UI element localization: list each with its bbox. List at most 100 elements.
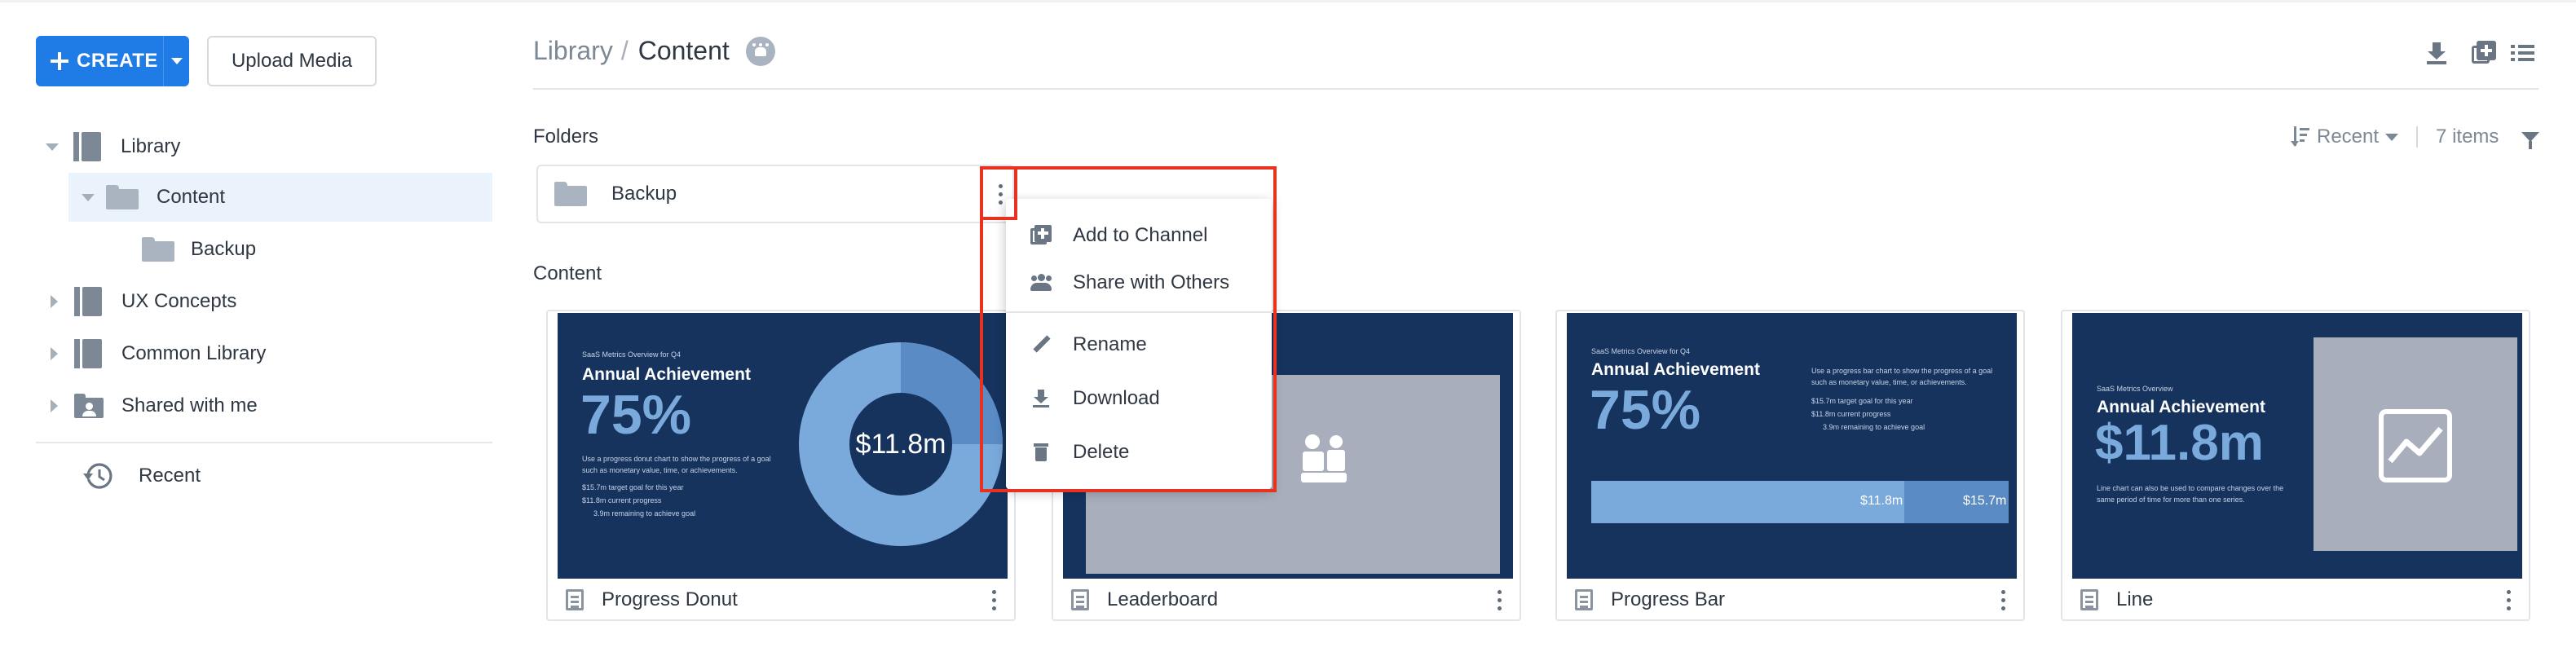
create-dropdown-toggle[interactable] <box>163 36 189 86</box>
card-thumbnail: SaaS Metrics Overview for Q4 Annual Achi… <box>1567 313 2017 579</box>
donut-center-value: $11.8m <box>849 393 952 496</box>
tree-item-label: Library <box>121 135 181 157</box>
card-title[interactable]: Progress Donut <box>602 588 738 611</box>
sort-dropdown[interactable]: Recent <box>2317 126 2379 148</box>
expand-toggle-icon[interactable] <box>46 143 59 151</box>
folders-heading: Folders <box>533 126 599 148</box>
more-options-icon[interactable] <box>991 588 998 613</box>
add-to-channel-icon[interactable] <box>2472 41 2496 65</box>
sidebar-divider <box>36 442 492 443</box>
line-chart-icon <box>2379 409 2452 482</box>
plus-icon <box>51 52 68 70</box>
progress-current-label: $11.8m <box>1860 494 1903 508</box>
thumb-stats: $15.7m target goal for this year $11.8m … <box>1811 394 1925 434</box>
tree-item-content[interactable]: Content <box>68 173 492 222</box>
card-footer: Leaderboard <box>1053 579 1520 621</box>
document-icon <box>566 589 584 610</box>
folder-icon <box>106 185 139 209</box>
expand-toggle-icon[interactable] <box>51 347 58 360</box>
card-title[interactable]: Progress Bar <box>1611 588 1725 611</box>
breadcrumb-separator: / <box>620 36 629 65</box>
shared-folder-icon <box>74 394 104 418</box>
thumb-stat: 3.9m remaining to achieve goal <box>593 509 696 518</box>
card-footer: Line <box>2062 579 2529 621</box>
progress-target-label: $15.7m <box>1963 494 2007 508</box>
caret-down-icon[interactable] <box>2385 133 2399 141</box>
expand-toggle-icon[interactable] <box>51 295 58 308</box>
expand-toggle-icon[interactable] <box>82 193 95 201</box>
filter-icon[interactable] <box>2521 132 2540 149</box>
library-icon <box>73 132 101 161</box>
sort-control: Recent 7 items <box>2291 126 2540 149</box>
folder-icon <box>554 182 587 206</box>
tree-item-ux-concepts[interactable]: UX Concepts <box>36 277 492 326</box>
tree-item-backup[interactable]: Backup <box>140 225 492 274</box>
breadcrumb-library-link[interactable]: Library <box>533 36 613 66</box>
thumb-title: Annual Achievement <box>1591 360 1760 379</box>
folder-card-backup[interactable]: Backup <box>536 165 1014 223</box>
item-count: 7 items <box>2436 126 2499 148</box>
card-thumbnail: SaaS Metrics Overview Annual Achievement… <box>2072 313 2522 579</box>
document-icon <box>2080 589 2098 610</box>
leaderboard-icon <box>1301 434 1347 482</box>
recent-link[interactable]: Recent <box>78 452 492 500</box>
download-icon[interactable] <box>2424 41 2449 65</box>
tree-item-label: Shared with me <box>121 394 258 416</box>
thumb-stat: 3.9m remaining to achieve goal <box>1823 423 1925 431</box>
tree-item-label: Common Library <box>121 342 267 364</box>
document-icon <box>1575 589 1593 610</box>
thumb-eyebrow: SaaS Metrics Overview for Q4 <box>582 350 681 359</box>
card-title[interactable]: Line <box>2116 588 2153 611</box>
content-card-line[interactable]: SaaS Metrics Overview Annual Achievement… <box>2061 310 2530 621</box>
folder-name: Backup <box>611 183 677 205</box>
expand-toggle-icon[interactable] <box>51 399 58 412</box>
recent-label: Recent <box>139 465 201 487</box>
thumb-stat: $11.8m current progress <box>1811 410 1891 418</box>
card-footer: Progress Donut <box>548 579 1014 621</box>
tree-item-common-library[interactable]: Common Library <box>36 329 492 378</box>
sort-icon <box>2291 126 2310 148</box>
thumb-title: Annual Achievement <box>582 365 751 384</box>
folder-icon <box>142 237 174 262</box>
header-divider <box>533 88 2539 90</box>
thumb-stats: $15.7m target goal for this year $11.8m … <box>582 481 695 520</box>
library-icon <box>74 339 102 368</box>
top-border <box>0 0 2576 2</box>
history-icon <box>83 463 112 489</box>
upload-media-button[interactable]: Upload Media <box>207 36 377 86</box>
thumb-stat: $11.8m current progress <box>582 496 662 504</box>
card-thumbnail: SaaS Metrics Overview for Q4 Annual Achi… <box>558 313 1008 579</box>
thumb-description: Use a progress donut chart to show the p… <box>582 455 771 474</box>
content-heading: Content <box>533 262 602 284</box>
tree-item-library[interactable]: Library <box>36 122 492 171</box>
toolbar-separator <box>2416 126 2419 148</box>
more-options-icon[interactable] <box>2000 588 2007 613</box>
thumb-eyebrow: SaaS Metrics Overview <box>2097 385 2173 393</box>
progress-bar-fill <box>1591 481 1904 523</box>
document-icon <box>1071 589 1089 610</box>
thumb-percentage: 75% <box>1590 379 1701 441</box>
highlight-box-kebab <box>980 166 1017 220</box>
share-badge-icon[interactable] <box>745 36 775 66</box>
tree-item-label: Content <box>157 186 226 208</box>
thumb-description: Line chart can also be used to compare c… <box>2097 484 2284 504</box>
thumb-percentage: 75% <box>580 384 692 446</box>
list-view-icon[interactable] <box>2511 41 2535 65</box>
library-icon <box>74 287 102 316</box>
thumb-value: $11.8m <box>2095 415 2264 471</box>
caret-down-icon <box>170 58 183 64</box>
tree-item-label: UX Concepts <box>121 290 237 312</box>
progress-bar: $11.8m $15.7m <box>1591 481 2009 523</box>
create-button[interactable]: CREATE <box>36 36 189 86</box>
card-title[interactable]: Leaderboard <box>1107 588 1218 611</box>
content-card-progress-bar[interactable]: SaaS Metrics Overview for Q4 Annual Achi… <box>1555 310 2025 621</box>
tree-item-shared-with-me[interactable]: Shared with me <box>36 381 492 430</box>
content-card-progress-donut[interactable]: SaaS Metrics Overview for Q4 Annual Achi… <box>546 310 1016 621</box>
page-title: Content <box>637 36 730 65</box>
thumb-stat: $15.7m target goal for this year <box>582 483 684 491</box>
thumb-eyebrow: SaaS Metrics Overview for Q4 <box>1591 347 1691 355</box>
create-button-label: CREATE <box>77 50 158 72</box>
more-options-icon[interactable] <box>1497 588 1503 613</box>
thumb-stat: $15.7m target goal for this year <box>1811 397 1913 405</box>
more-options-icon[interactable] <box>2506 588 2512 613</box>
